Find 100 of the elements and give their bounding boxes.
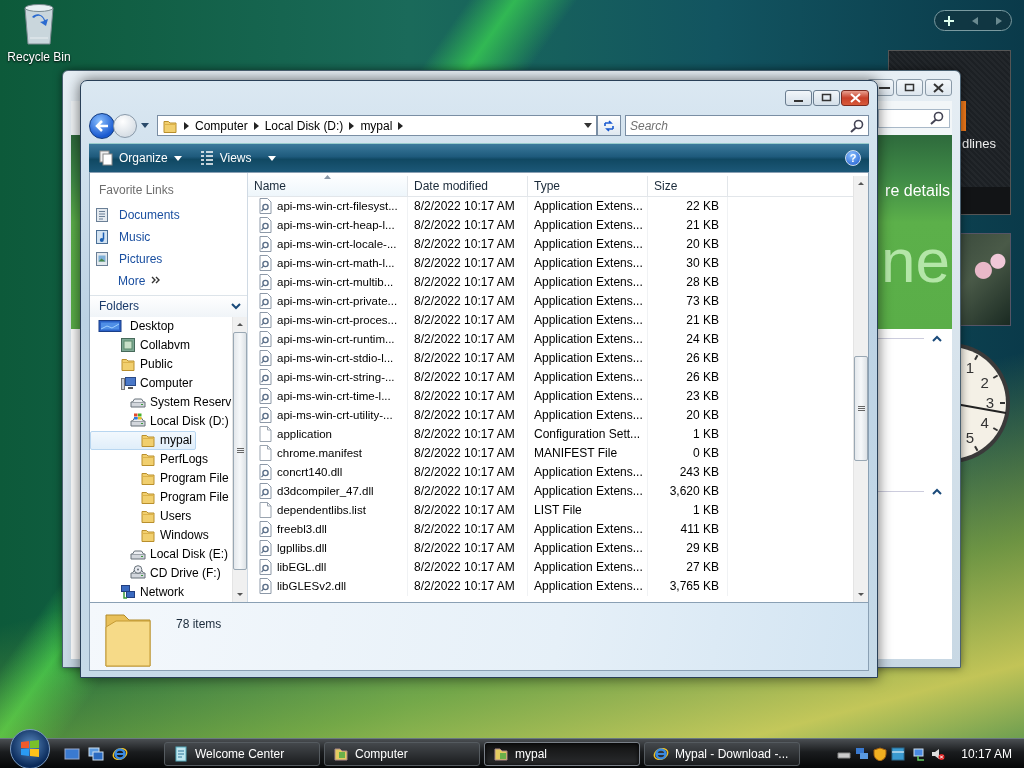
history-caret-icon <box>141 123 149 129</box>
tree-item[interactable]: Program File <box>90 468 233 488</box>
tree-item[interactable]: System Reserv <box>90 392 236 412</box>
taskbar-button[interactable]: mypal <box>484 741 640 766</box>
breadcrumb-arrow-icon[interactable] <box>184 122 189 130</box>
favorite-link[interactable]: Pictures <box>90 247 163 270</box>
column-header[interactable]: Name <box>248 175 408 197</box>
date-cell: 8/2/2022 10:17 AM <box>408 215 528 235</box>
file-name[interactable]: api-ms-win-crt-locale-... <box>248 234 408 254</box>
tree-item[interactable]: Computer <box>90 373 197 393</box>
folder-icon <box>493 745 509 762</box>
back-button[interactable] <box>89 113 115 139</box>
start-button[interactable] <box>10 728 50 768</box>
file-name[interactable]: api-ms-win-crt-heap-l... <box>248 215 408 235</box>
file-name[interactable]: api-ms-win-crt-math-l... <box>248 253 408 273</box>
file-name[interactable]: application <box>248 424 408 444</box>
file-name[interactable]: freebl3.dll <box>248 519 408 539</box>
tree-item[interactable]: Network <box>90 582 188 602</box>
file-name[interactable]: chrome.manifest <box>248 443 408 463</box>
file-name[interactable]: concrt140.dll <box>248 462 408 482</box>
close-button[interactable] <box>841 90 869 106</box>
switch-windows-icon[interactable] <box>88 745 104 762</box>
file-icon <box>257 445 273 462</box>
browser-icon[interactable] <box>112 745 128 762</box>
breadcrumb-arrow-icon[interactable] <box>349 122 355 130</box>
file-name[interactable]: api-ms-win-crt-proces... <box>248 310 408 330</box>
banner-link[interactable]: re details <box>885 182 950 200</box>
favorite-link[interactable]: More <box>90 269 162 292</box>
tree-item[interactable]: Local Disk (D:) <box>90 411 233 431</box>
date-cell: 8/2/2022 10:17 AM <box>408 481 528 501</box>
breadcrumb-item[interactable]: Local Disk (D:) <box>264 119 344 133</box>
settings-file-icon <box>257 578 273 595</box>
breadcrumb-item[interactable]: mypal <box>360 119 393 133</box>
file-name[interactable]: api-ms-win-crt-runtim... <box>248 329 408 349</box>
network-icon[interactable] <box>855 746 870 761</box>
tree-item[interactable]: PerfLogs <box>90 449 213 469</box>
window-icon[interactable] <box>891 746 906 761</box>
file-name[interactable]: api-ms-win-crt-private... <box>248 291 408 311</box>
close-button[interactable] <box>925 79 952 96</box>
date-cell: 8/2/2022 10:17 AM <box>408 538 528 558</box>
column-header[interactable]: Size <box>648 175 728 197</box>
next-icon[interactable] <box>996 16 1002 25</box>
tree-item[interactable]: Program File <box>90 487 233 507</box>
column-header[interactable]: Date modified <box>408 175 528 197</box>
clock-text[interactable]: 10:17 AM <box>961 746 1012 761</box>
tree-item[interactable]: Windows <box>90 525 213 545</box>
type-cell: LIST File <box>528 500 648 520</box>
search-field[interactable]: Search <box>625 115 869 137</box>
tree-item[interactable]: Collabvm <box>90 335 194 355</box>
maximize-button[interactable] <box>896 79 923 96</box>
maximize-button[interactable] <box>813 90 840 106</box>
column-header[interactable]: Type <box>528 175 648 197</box>
breadcrumb-arrow-icon[interactable] <box>398 122 404 130</box>
file-name[interactable]: api-ms-win-crt-filesyst... <box>248 196 408 216</box>
taskbar-button[interactable]: Welcome Center <box>164 741 320 766</box>
address-bar[interactable]: Computer Local Disk (D:) mypal <box>157 115 597 137</box>
desktop-icon-label[interactable]: Recycle Bin <box>7 50 71 64</box>
search-field[interactable] <box>878 108 950 128</box>
tree-item[interactable]: Local Disk (E:) <box>90 544 233 564</box>
folders-header[interactable]: Folders <box>90 294 247 317</box>
breadcrumb-arrow-icon[interactable] <box>253 122 259 130</box>
up-arrow-icon <box>236 320 244 328</box>
file-name[interactable]: libGLESv2.dll <box>248 576 408 596</box>
show-desktop-icon[interactable] <box>64 745 80 762</box>
file-name[interactable]: libEGL.dll <box>248 557 408 577</box>
file-name[interactable]: dependentlibs.list <box>248 500 408 520</box>
favorite-link[interactable]: Documents <box>90 203 180 226</box>
file-name[interactable]: api-ms-win-crt-multib... <box>248 272 408 292</box>
previous-icon[interactable] <box>972 16 978 25</box>
file-name[interactable]: d3dcompiler_47.dll <box>248 481 408 501</box>
speaker-muted-icon[interactable] <box>931 746 946 761</box>
refresh-button[interactable] <box>597 115 621 137</box>
scrollbar[interactable] <box>853 175 868 602</box>
tree-item[interactable]: Public <box>90 354 177 374</box>
taskbar-button[interactable]: Mypal - Download -... <box>644 741 800 766</box>
tree-item[interactable]: Desktop <box>90 316 179 336</box>
favorite-link[interactable]: Music <box>90 225 151 248</box>
close-icon <box>849 93 861 103</box>
tree-item[interactable]: mypal <box>90 430 196 450</box>
scrollbar-thumb[interactable] <box>854 355 868 461</box>
collapse-chevron-icon[interactable] <box>932 488 942 495</box>
file-name[interactable]: api-ms-win-crt-string-... <box>248 367 408 387</box>
breadcrumb-item[interactable]: Computer <box>195 119 248 133</box>
scrollbar-thumb[interactable] <box>233 331 247 570</box>
organize-button[interactable]: Organize <box>97 147 184 170</box>
add-icon[interactable] <box>944 15 954 26</box>
file-name[interactable]: api-ms-win-crt-time-l... <box>248 386 408 406</box>
tree-item[interactable]: CD Drive (F:) <box>90 563 225 583</box>
shield-icon[interactable] <box>873 746 888 761</box>
collapse-chevron-icon[interactable] <box>932 335 942 342</box>
date-cell: 8/2/2022 10:17 AM <box>408 272 528 292</box>
file-name[interactable]: api-ms-win-crt-stdio-l... <box>248 348 408 368</box>
minimize-button[interactable] <box>785 90 812 106</box>
file-name[interactable]: api-ms-win-crt-utility-... <box>248 405 408 425</box>
tree-item[interactable]: Users <box>90 506 196 526</box>
scrollbar[interactable] <box>232 316 247 602</box>
file-name[interactable]: lgpllibs.dll <box>248 538 408 558</box>
taskbar-button[interactable]: Computer <box>324 741 480 766</box>
views-button[interactable]: Views <box>197 147 278 170</box>
settings-file-icon <box>257 255 273 272</box>
